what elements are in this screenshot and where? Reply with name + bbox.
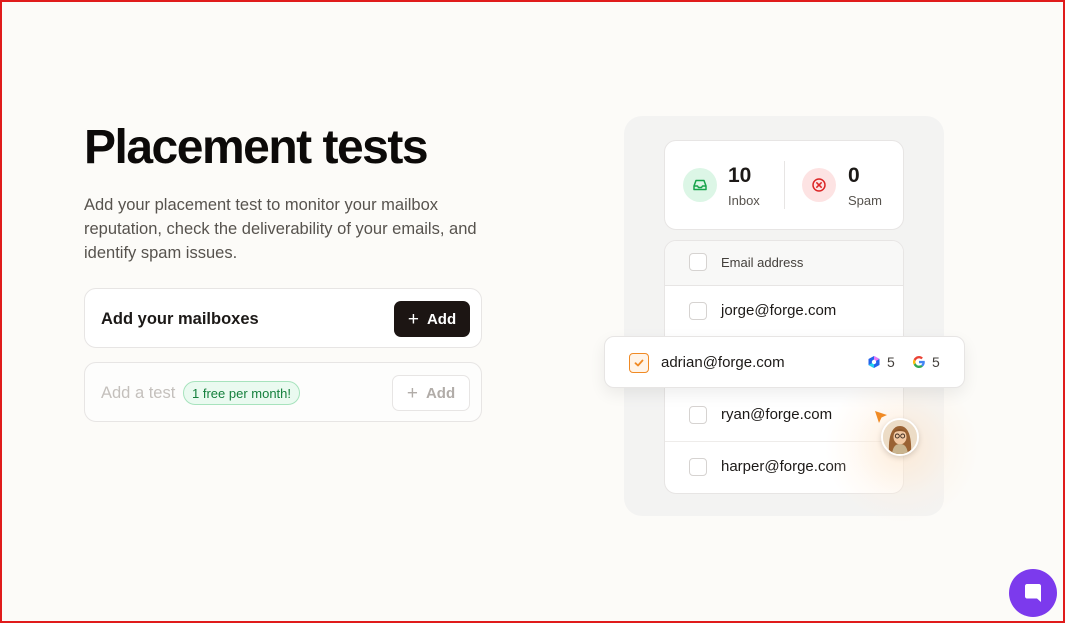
add-mailboxes-card: Add your mailboxes + Add bbox=[84, 288, 482, 348]
stats-divider bbox=[784, 161, 785, 209]
spam-count: 0 bbox=[848, 164, 860, 187]
add-test-label: Add a test bbox=[101, 384, 176, 402]
cursor-arrow-icon bbox=[875, 411, 887, 423]
email-column-header: Email address bbox=[721, 255, 804, 270]
inbox-icon bbox=[683, 168, 717, 202]
check-icon bbox=[634, 359, 644, 367]
outlook-icon bbox=[868, 356, 880, 368]
stats-card: 10 Inbox 0 Spam bbox=[664, 140, 904, 230]
spam-label: Spam bbox=[848, 193, 882, 208]
add-mailboxes-label: Add your mailboxes bbox=[101, 310, 259, 328]
select-all-checkbox[interactable] bbox=[689, 253, 707, 271]
page-title: Placement tests bbox=[84, 121, 429, 174]
chat-icon bbox=[1025, 584, 1041, 602]
highlighted-email: adrian@forge.com bbox=[661, 354, 785, 371]
email-address: ryan@forge.com bbox=[721, 406, 833, 423]
add-test-button[interactable]: + Add bbox=[392, 375, 470, 411]
checked-checkbox[interactable] bbox=[629, 353, 649, 373]
add-test-card: Add a test 1 free per month! + Add bbox=[84, 362, 482, 422]
list-header: Email address bbox=[665, 241, 903, 286]
add-mailboxes-button[interactable]: + Add bbox=[394, 301, 470, 337]
row-checkbox[interactable] bbox=[689, 406, 707, 424]
page-description: Add your placement test to monitor your … bbox=[84, 196, 477, 262]
chat-button[interactable] bbox=[1009, 569, 1057, 617]
email-address: jorge@forge.com bbox=[721, 302, 837, 319]
list-item[interactable]: jorge@forge.com bbox=[665, 285, 903, 337]
inbox-count: 10 bbox=[728, 164, 752, 187]
row-checkbox[interactable] bbox=[689, 458, 707, 476]
row-checkbox[interactable] bbox=[689, 302, 707, 320]
outlook-result: 5 bbox=[867, 354, 895, 370]
plus-icon: + bbox=[407, 308, 419, 330]
free-badge: 1 free per month! bbox=[183, 381, 300, 405]
plus-icon: + bbox=[406, 382, 418, 404]
google-count: 5 bbox=[932, 354, 940, 370]
avatar bbox=[881, 418, 919, 456]
inbox-label: Inbox bbox=[728, 193, 760, 208]
outlook-count: 5 bbox=[887, 354, 895, 370]
highlighted-list-item[interactable]: adrian@forge.com 5 5 bbox=[604, 336, 965, 388]
spam-x-icon bbox=[802, 168, 836, 202]
add-test-button-label: Add bbox=[425, 384, 456, 402]
google-result: 5 bbox=[912, 354, 940, 370]
google-icon bbox=[913, 356, 925, 368]
add-mailboxes-button-label: Add bbox=[426, 310, 457, 328]
